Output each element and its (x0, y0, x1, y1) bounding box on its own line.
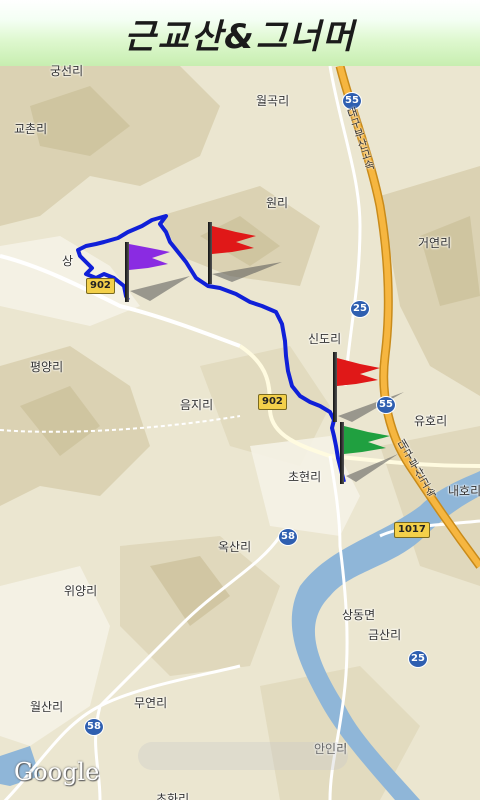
place-label: 신도리 (308, 332, 342, 346)
place-label: 금산리 (368, 628, 402, 642)
zoom-control[interactable] (138, 742, 348, 770)
place-label: 상 (62, 254, 74, 268)
app-header: 근교산&그너머 (0, 0, 480, 68)
page-title: 근교산&그너머 (124, 16, 356, 57)
app: 근교산&그너머 궁선리 월곡리 교촌리 원리 거연리 상 신도리 평양리 음지리… (0, 0, 480, 800)
route-shield: 58 (84, 718, 104, 736)
route-shield: 902 (86, 278, 115, 294)
place-label: 상동면 (342, 608, 376, 622)
route-shield: 25 (350, 300, 370, 318)
place-label: 유호리 (414, 414, 448, 428)
place-label: 초현리 (288, 470, 322, 484)
route-shield: 58 (278, 528, 298, 546)
place-label: 옥산리 (218, 540, 252, 554)
place-label: 위양리 (64, 584, 98, 598)
google-logo: Google (14, 758, 100, 786)
place-label: 무연리 (134, 696, 168, 710)
place-label: 월곡리 (256, 94, 290, 108)
place-label: 궁선리 (50, 64, 84, 78)
route-shield: 1017 (394, 522, 430, 538)
place-label: 원리 (266, 196, 289, 210)
place-label: 교촌리 (14, 122, 48, 136)
place-label: 평양리 (30, 360, 64, 374)
map-view[interactable]: 궁선리 월곡리 교촌리 원리 거연리 상 신도리 평양리 음지리 유호리 초현리… (0, 64, 480, 800)
route-shield: 25 (408, 650, 428, 668)
place-label: 내호리 (448, 484, 480, 498)
place-label: 월산리 (30, 700, 64, 714)
map-canvas[interactable] (0, 66, 480, 800)
place-label: 초화리 (156, 792, 190, 800)
route-shield: 55 (376, 396, 396, 414)
place-label: 음지리 (180, 398, 214, 412)
route-shield: 902 (258, 394, 287, 410)
place-label: 거연리 (418, 236, 452, 250)
